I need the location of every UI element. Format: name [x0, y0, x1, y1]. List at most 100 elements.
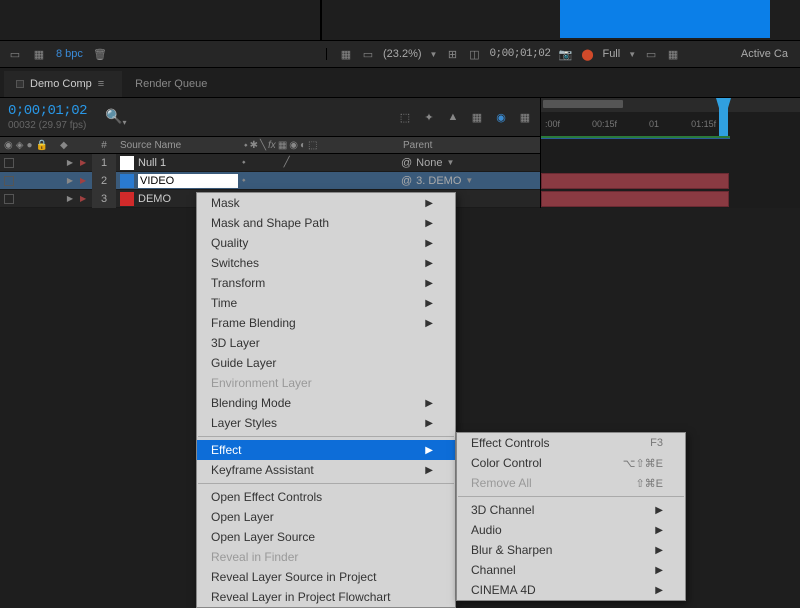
shy-switch[interactable]: ⬩	[242, 175, 246, 186]
composition-preview[interactable]	[560, 0, 770, 38]
pickwhip-icon[interactable]: @	[401, 175, 412, 187]
collapse-icon[interactable]: ▶	[60, 158, 80, 167]
menu-item[interactable]: Blending Mode▶	[197, 393, 455, 413]
label-icon[interactable]: ◆	[60, 140, 68, 151]
layer-name[interactable]: VIDEO	[138, 174, 238, 188]
label-color-icon[interactable]: ▶	[80, 158, 92, 167]
col-source[interactable]: Source Name	[116, 140, 240, 151]
menu-item[interactable]: Open Layer	[197, 507, 455, 527]
menu-item[interactable]: Time▶	[197, 293, 455, 313]
menu-item[interactable]: Open Layer Source	[197, 527, 455, 547]
trash-icon[interactable]: 🗑	[93, 48, 107, 60]
menu-item[interactable]: Effect ControlsF3	[457, 433, 685, 453]
chevron-down-icon[interactable]: ▼	[465, 176, 473, 185]
chevron-down-icon[interactable]: ▼	[430, 50, 438, 59]
project-icon[interactable]: ▭	[8, 48, 22, 60]
quality-switch[interactable]: ╱	[284, 157, 290, 168]
mask-toggle-icon[interactable]: ◫	[467, 48, 481, 60]
time-navigator[interactable]	[543, 100, 623, 108]
parent-value[interactable]: 3. DEMO	[416, 175, 461, 187]
timeline-ruler[interactable]: :00f 00:15f 01 01:15f	[540, 98, 800, 136]
menu-item[interactable]: CINEMA 4D▶	[457, 580, 685, 600]
layer-color-swatch[interactable]	[120, 174, 134, 188]
menu-item[interactable]: 3D Layer	[197, 333, 455, 353]
zoom-level[interactable]: (23.2%)	[383, 48, 422, 60]
video-toggle-icon[interactable]: ◉	[4, 140, 13, 151]
comp-mini-flowchart-icon[interactable]: ⬚	[398, 111, 412, 123]
menu-item[interactable]: Quality▶	[197, 233, 455, 253]
menu-item[interactable]: Mask and Shape Path▶	[197, 213, 455, 233]
layer-timeline-track[interactable]	[540, 190, 800, 208]
collapse-icon[interactable]: ▶	[60, 194, 80, 203]
bpc-indicator[interactable]: 8 bpc	[56, 48, 83, 60]
video-toggle[interactable]	[4, 194, 14, 204]
menu-item[interactable]: Reveal Layer Source in Project	[197, 567, 455, 587]
menu-item[interactable]: 3D Channel▶	[457, 500, 685, 520]
layer-timeline-track[interactable]	[540, 172, 800, 190]
shy-icon[interactable]: ▲	[446, 111, 460, 123]
layer-row[interactable]: ▶ ▶ 1 Null 1 ⬩╱ @None▼	[0, 154, 800, 172]
frame-blend-icon[interactable]: ▦	[470, 111, 484, 123]
label-color-icon[interactable]: ▶	[80, 176, 92, 185]
chevron-down-icon[interactable]: ▼	[628, 50, 636, 59]
snapshot-icon[interactable]: 📷	[558, 48, 572, 60]
menu-item[interactable]: Audio▶	[457, 520, 685, 540]
parent-value[interactable]: None	[416, 157, 442, 169]
monitor-icon[interactable]: ▭	[361, 48, 375, 60]
layer-name[interactable]: Null 1	[138, 157, 238, 169]
video-toggle[interactable]	[4, 176, 14, 186]
menu-item[interactable]: Open Effect Controls	[197, 487, 455, 507]
search-icon[interactable]: 🔍▾	[105, 108, 126, 127]
safe-zones-icon[interactable]: ⊞	[445, 48, 459, 60]
menu-item-label: Open Effect Controls	[211, 490, 322, 504]
layer-bar[interactable]	[541, 191, 729, 207]
col-parent: Parent	[395, 140, 432, 151]
menu-item[interactable]: Blur & Sharpen▶	[457, 540, 685, 560]
resolution-dropdown[interactable]: Full	[602, 48, 620, 60]
tab-render-queue[interactable]: Render Queue	[123, 71, 225, 97]
menu-item[interactable]: Color Control⌥⇧⌘E	[457, 453, 685, 473]
layer-timeline-track[interactable]	[540, 154, 800, 172]
channel-icon[interactable]: ⬤	[580, 48, 594, 60]
grid-icon[interactable]: ▦	[339, 48, 353, 60]
menu-item[interactable]: Guide Layer	[197, 353, 455, 373]
audio-toggle-icon[interactable]: ◈	[16, 140, 24, 151]
menu-item-label: Open Layer	[211, 510, 274, 524]
menu-item[interactable]: Reveal Layer in Project Flowchart	[197, 587, 455, 607]
layer-row[interactable]: ▶ ▶ 2 VIDEO ⬩ @3. DEMO ▼	[0, 172, 800, 190]
menu-item[interactable]: Channel▶	[457, 560, 685, 580]
shy-switch[interactable]: ⬩	[242, 157, 246, 168]
collapse-icon[interactable]: ▶	[60, 176, 80, 185]
lock-toggle-icon[interactable]: 🔒	[35, 140, 47, 151]
motion-blur-icon[interactable]: ◉	[494, 111, 508, 123]
draft-3d-icon[interactable]: ✦	[422, 111, 436, 123]
layer-color-swatch[interactable]	[120, 156, 134, 170]
menu-item[interactable]: Frame Blending▶	[197, 313, 455, 333]
layer-color-swatch[interactable]	[120, 192, 134, 206]
menu-item[interactable]: Effect▶	[197, 440, 455, 460]
layer-bar[interactable]	[541, 173, 729, 189]
view-icon[interactable]: ▭	[644, 48, 658, 60]
active-camera-dropdown[interactable]: Active Ca	[741, 48, 792, 60]
current-time[interactable]: 0;00;01;02	[489, 48, 550, 60]
pickwhip-icon[interactable]: @	[401, 157, 412, 169]
graph-editor-icon[interactable]: ▦	[518, 111, 532, 123]
timeline-timecode[interactable]: 0;00;01;02	[8, 103, 87, 119]
solo-toggle-icon[interactable]: ●	[26, 140, 32, 151]
folder-icon[interactable]: ▦	[32, 48, 46, 60]
menu-item[interactable]: Layer Styles▶	[197, 413, 455, 433]
menu-item[interactable]: Mask▶	[197, 193, 455, 213]
panel-divider[interactable]	[320, 0, 322, 40]
menu-item[interactable]: Transform▶	[197, 273, 455, 293]
label-color-icon[interactable]: ▶	[80, 194, 92, 203]
menu-item[interactable]: Keyframe Assistant▶	[197, 460, 455, 480]
video-toggle[interactable]	[4, 158, 14, 168]
chevron-down-icon[interactable]: ▼	[446, 158, 454, 167]
tab-comp[interactable]: Demo Comp ≡	[4, 71, 122, 97]
menu-item[interactable]: Switches▶	[197, 253, 455, 273]
3d-view-icon[interactable]: ▦	[666, 48, 680, 60]
layer-number: 2	[92, 172, 116, 190]
tab-menu-icon[interactable]: ≡	[98, 78, 104, 90]
motion-blur-col-icon: ◉	[289, 140, 298, 151]
playhead[interactable]	[719, 98, 728, 136]
